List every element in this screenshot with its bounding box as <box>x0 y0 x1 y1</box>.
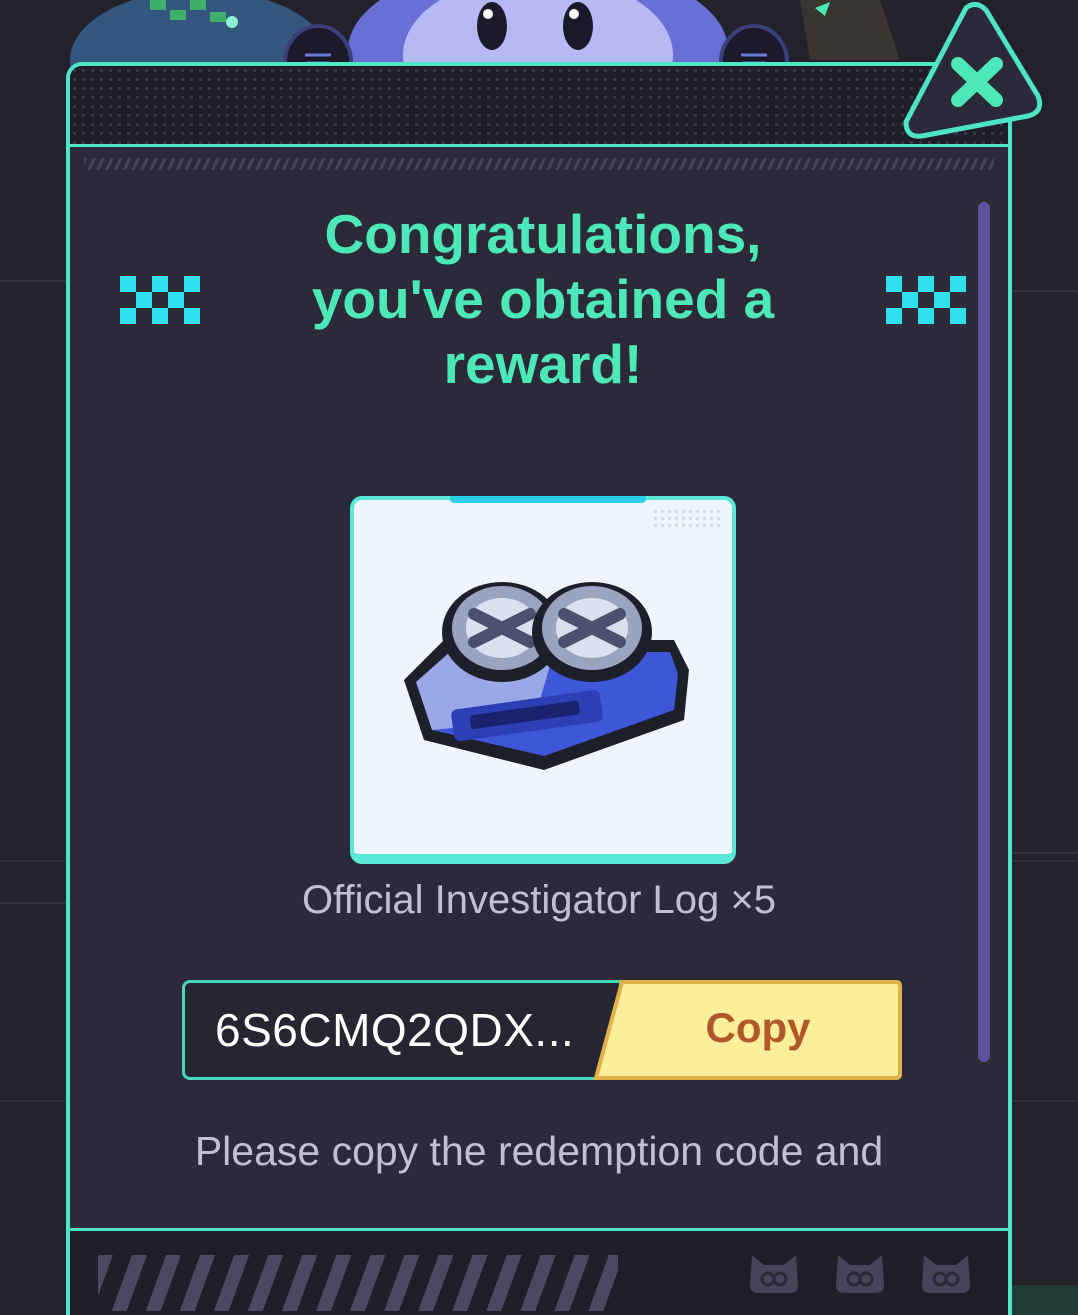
background-panel <box>1006 290 1078 854</box>
dialog-title: Congratulations, you've obtained a rewar… <box>311 203 775 395</box>
card-dot-pattern <box>652 508 722 530</box>
background-decoration <box>800 0 900 60</box>
reward-dialog: Congratulations, you've obtained a rewar… <box>66 62 1012 1315</box>
close-icon <box>903 2 1043 139</box>
decorative-stripe <box>98 1255 618 1311</box>
instructions-text: Please copy the redemption code and <box>194 1128 884 1174</box>
background-panel <box>0 280 72 904</box>
redemption-code: 6S6CMQ2QDX... <box>215 1004 575 1056</box>
dialog-header <box>70 66 1008 147</box>
tape-recorder-icon <box>404 582 689 770</box>
redemption-code-field[interactable]: 6S6CMQ2QDX... <box>182 980 622 1080</box>
decorative-stripe <box>84 158 994 170</box>
cat-logo-icon <box>750 1255 798 1293</box>
checker-pattern-icon <box>120 276 200 324</box>
card-accent <box>450 496 646 503</box>
checker-pattern-icon <box>886 276 966 324</box>
cat-logo-icon <box>922 1255 970 1293</box>
copy-button[interactable]: Copy <box>592 978 904 1082</box>
copy-button-label: Copy <box>705 1004 811 1051</box>
reward-card <box>350 496 736 864</box>
reward-name: Official Investigator Log ×5 <box>302 878 776 922</box>
close-button[interactable] <box>900 0 1046 146</box>
scrollbar[interactable] <box>978 202 990 1062</box>
background-accent <box>1008 1285 1078 1315</box>
dialog-footer <box>70 1228 1008 1315</box>
cat-logo-icon <box>836 1255 884 1293</box>
